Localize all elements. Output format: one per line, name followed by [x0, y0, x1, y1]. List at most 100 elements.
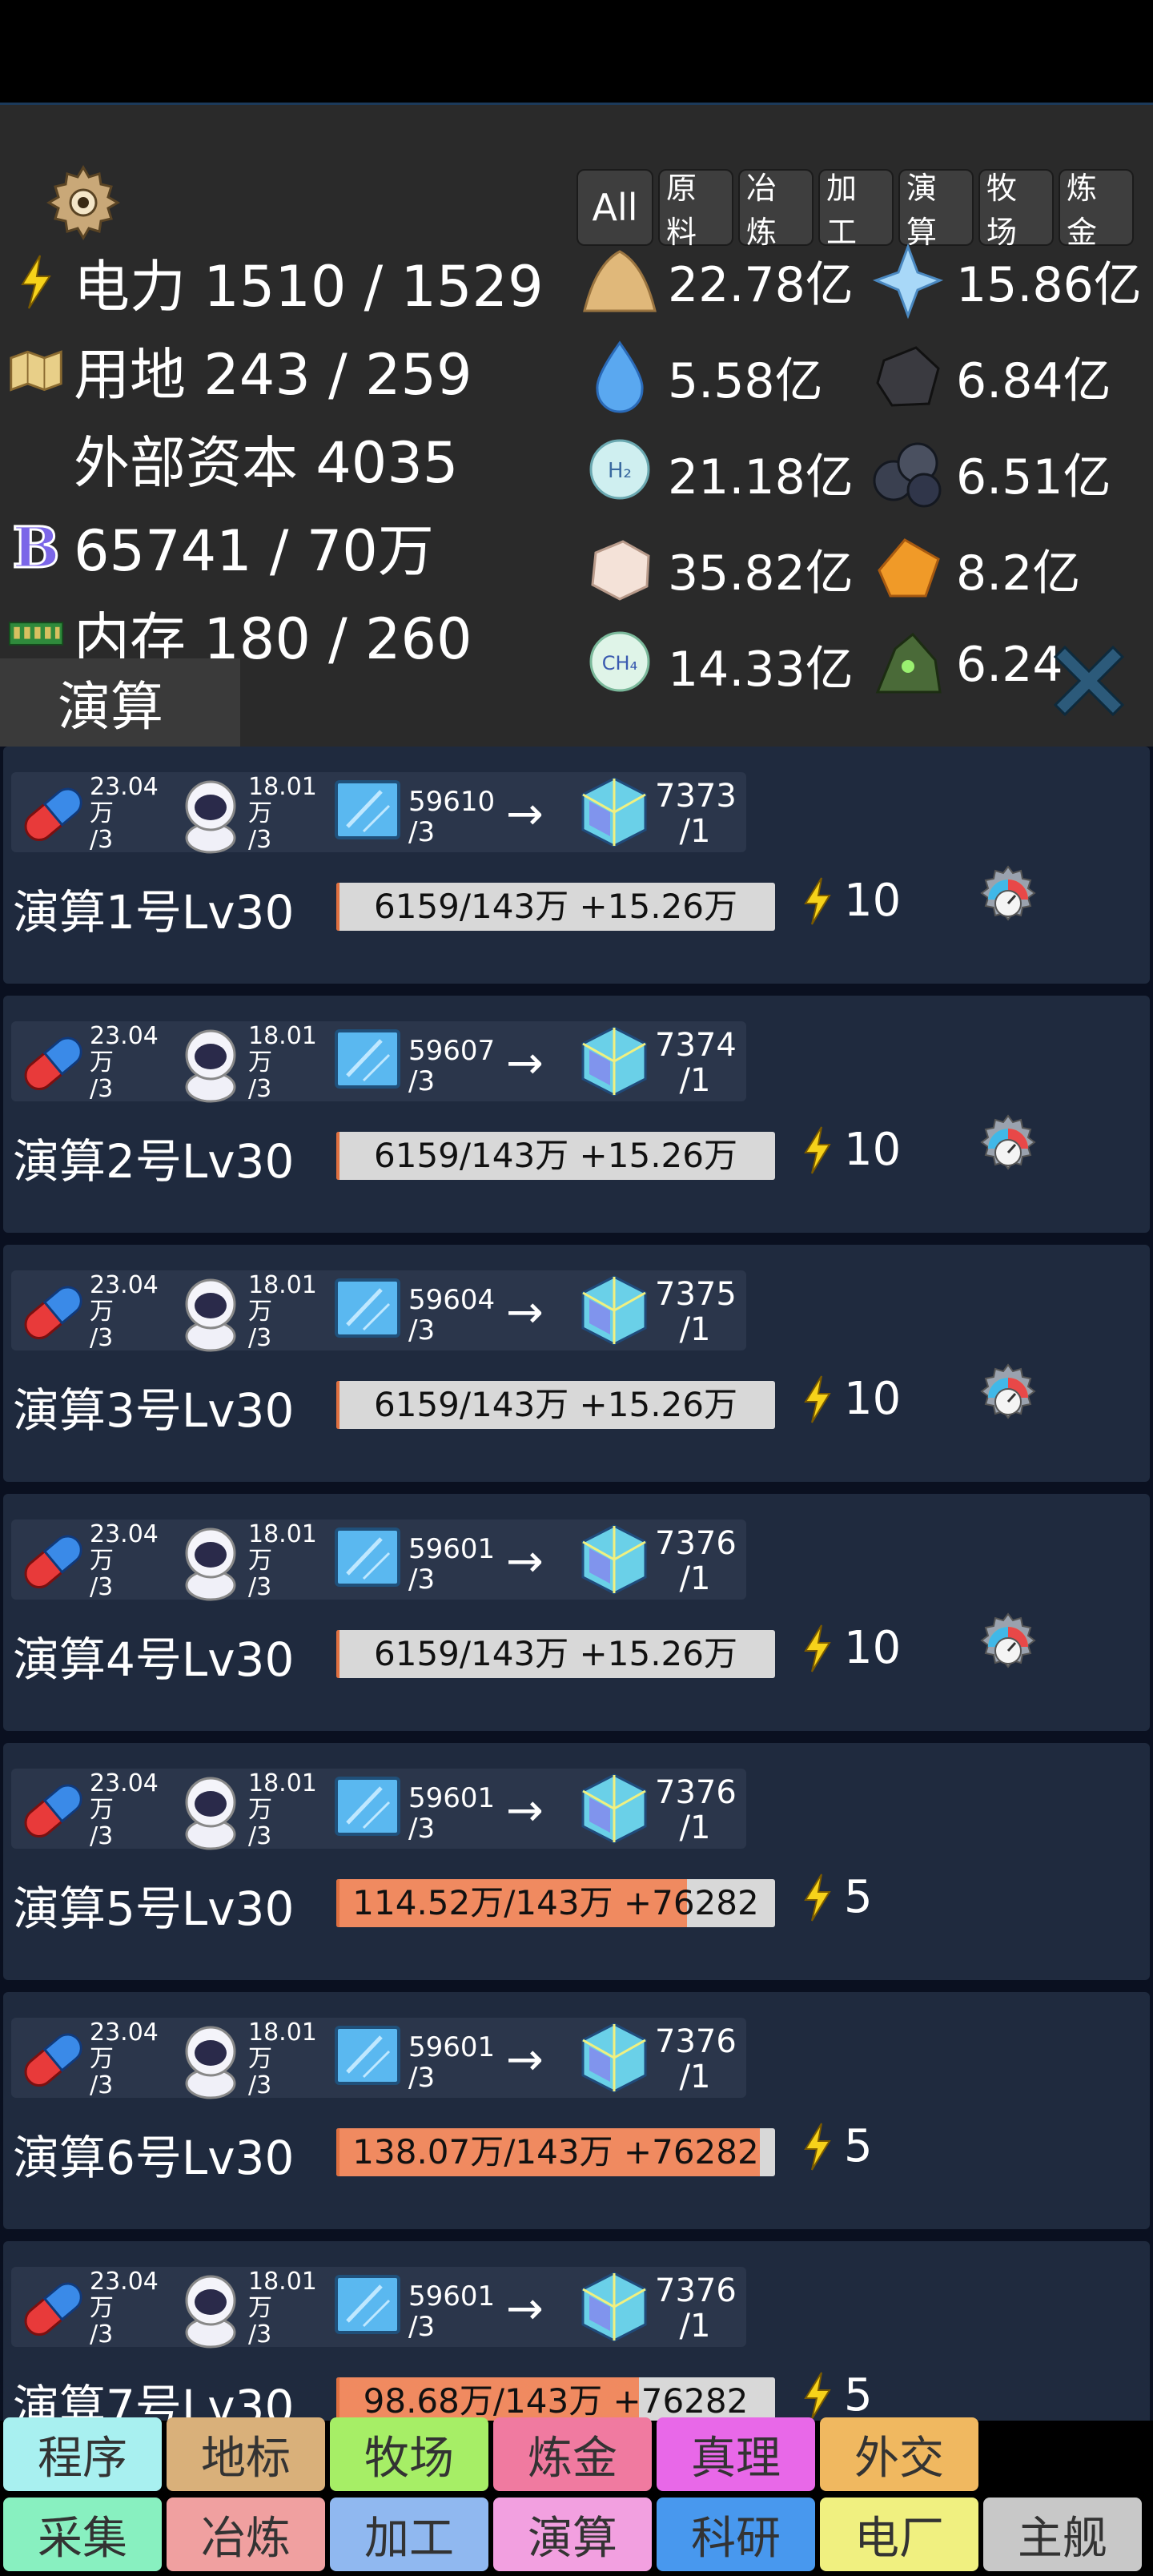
power-value: 10 [844, 875, 902, 927]
input-display-panel: 59607/3 [331, 1021, 508, 1101]
astronaut-icon [185, 780, 236, 854]
tab-compute[interactable]: 演算 [898, 169, 974, 250]
progress-bar: 98.68万/143万 +76282 [336, 2377, 775, 2421]
machine-card[interactable]: 23.04 万/3 18.01 万/3 59601/3 → 7376/1 演算5号L… [3, 1743, 1150, 1980]
resource-amount: 21.18亿 [668, 449, 854, 505]
nav-button-row2-3[interactable]: 演算 [493, 2498, 652, 2571]
input-amount: 18.01 万/3 [248, 2019, 317, 2099]
output-data-cube: 7375/1 [578, 1270, 746, 1350]
land-map-icon [8, 342, 64, 398]
machine-power: 10 [801, 1124, 901, 1176]
nav-button-row1-0[interactable]: 程序 [3, 2417, 162, 2491]
arrow-right-icon: → [506, 1037, 544, 1089]
speed-gauge-icon[interactable] [972, 863, 1044, 936]
input-display-panel: 59601/3 [331, 1519, 508, 1600]
resource-amount: 35.82亿 [668, 545, 854, 602]
display-panel-icon [335, 1029, 400, 1089]
nav-button-row2-4[interactable]: 科研 [657, 2498, 815, 2571]
settings-gear-icon[interactable] [43, 163, 123, 243]
data-cube-icon [581, 1026, 647, 1097]
machine-card[interactable]: 23.04 万/3 18.01 万/3 59601/3 → 7376/1 演算4号L… [3, 1494, 1150, 1731]
progress-text: 98.68万/143万 +76282 [363, 2381, 749, 2421]
astronaut-icon [185, 2026, 236, 2099]
input-amount: 18.01 万/3 [248, 1520, 317, 1601]
machine-card[interactable]: 23.04 万/3 18.01 万/3 59607/3 → 7374/1 演算2号L… [3, 996, 1150, 1233]
green-ore-icon [875, 632, 942, 694]
recipe-row: 23.04 万/3 18.01 万/3 59604/3 → 7375/1 [11, 1270, 746, 1352]
lightning-icon [804, 1125, 831, 1174]
machine-power: 10 [801, 1373, 901, 1425]
machine-power: 10 [801, 1622, 901, 1674]
category-nav-row-2: 采集 冶炼 加工 演算 科研 电厂 主舰 [0, 2498, 1153, 2574]
output-data-cube: 7374/1 [578, 1021, 746, 1101]
data-cube-icon [581, 1524, 647, 1595]
recipe-row: 23.04 万/3 18.01 万/3 59601/3 → 7376/1 [11, 2018, 746, 2099]
progress-text: 6159/143万 +15.26万 [374, 1385, 737, 1424]
output-data-cube: 7376/1 [578, 1519, 746, 1600]
input-amount: 23.04 万/3 [90, 1271, 159, 1352]
nav-button-row1-1[interactable]: 地标 [167, 2417, 325, 2491]
tab-all[interactable]: All [576, 169, 653, 246]
astronaut-icon [185, 1777, 236, 1850]
resource-amount: 5.58亿 [668, 352, 823, 409]
machine-card[interactable]: 23.04 万/3 18.01 万/3 59601/3 → 7376/1 演算6号L… [3, 1992, 1150, 2229]
data-cube-icon [581, 2023, 647, 2093]
resource-item: 6.24 [868, 621, 1063, 709]
lightning-icon [804, 1873, 831, 1922]
machine-name: 演算5号Lv30 [13, 1882, 295, 1936]
progress-bar: 138.07万/143万 +76282 [336, 2128, 775, 2176]
input-capsule: 23.04 万/3 [11, 2018, 163, 2099]
power-value: 10 [844, 1373, 902, 1425]
speed-gauge-icon[interactable] [972, 1113, 1044, 1185]
section-label: 演算 [0, 658, 240, 747]
data-cube-icon [581, 777, 647, 847]
nav-button-row2-2[interactable]: 加工 [330, 2498, 488, 2571]
power-value: 5 [844, 1871, 873, 1923]
close-icon[interactable] [1041, 633, 1137, 729]
recipe-row: 23.04 万/3 18.01 万/3 59601/3 → 7376/1 [11, 2267, 746, 2349]
nav-button-row2-6[interactable]: 主舰 [983, 2498, 1142, 2571]
input-capsule: 23.04 万/3 [11, 772, 163, 853]
input-capsule: 23.04 万/3 [11, 1021, 163, 1102]
nav-button-row1-3[interactable]: 炼金 [493, 2417, 652, 2491]
capsule-icon [24, 2033, 82, 2087]
machine-power: 5 [801, 2369, 873, 2421]
tab-raw[interactable]: 原料 [658, 169, 733, 250]
nav-button-row2-0[interactable]: 采集 [3, 2498, 162, 2571]
resource-item: 8.2亿 [868, 525, 1080, 613]
lightning-icon [804, 1624, 831, 1672]
progress-text: 6159/143万 +15.26万 [374, 1634, 737, 1673]
resource-amount: 6.84亿 [956, 352, 1111, 409]
arrow-right-icon: → [506, 1536, 544, 1588]
machine-card[interactable]: 23.04 万/3 18.01 万/3 59610/3 → 7373/1 演算1号L… [3, 747, 1150, 984]
data-cube-icon [581, 2272, 647, 2342]
input-astronaut: 18.01 万/3 [171, 1769, 323, 1850]
nav-button-row2-5[interactable]: 电厂 [820, 2498, 978, 2571]
nav-button-row2-1[interactable]: 冶炼 [167, 2498, 325, 2571]
progress-text: 114.52万/143万 +76282 [352, 1883, 759, 1922]
tab-alchemy[interactable]: 炼金 [1059, 169, 1134, 250]
speed-gauge-icon[interactable] [972, 1611, 1044, 1683]
machine-card[interactable]: 23.04 万/3 18.01 万/3 59604/3 → 7375/1 演算3号L… [3, 1245, 1150, 1482]
nav-button-row1-4[interactable]: 真理 [657, 2417, 815, 2491]
nav-button-row1-5[interactable]: 外交 [820, 2417, 978, 2491]
resource-item: H₂ 21.18亿 [580, 429, 854, 517]
input-amount: 18.01 万/3 [248, 2268, 317, 2349]
input-amount: 23.04 万/3 [90, 2268, 159, 2349]
machine-list[interactable]: 23.04 万/3 18.01 万/3 59610/3 → 7373/1 演算1号L… [0, 747, 1153, 2421]
tab-processing[interactable]: 加工 [818, 169, 894, 250]
crystal-cluster-icon [872, 243, 944, 320]
category-nav-row-1: 程序 地标 牧场 炼金 真理 外交 [0, 2417, 1153, 2494]
tab-ranch[interactable]: 牧场 [978, 169, 1054, 250]
input-amount: 23.04 万/3 [90, 2019, 159, 2099]
input-display-panel: 59601/3 [331, 2267, 508, 2347]
speed-gauge-icon[interactable] [972, 1362, 1044, 1434]
display-panel-icon [335, 2275, 400, 2334]
machine-card[interactable]: 23.04 万/3 18.01 万/3 59601/3 → 7376/1 演算7号L… [3, 2241, 1150, 2421]
capsule-icon [24, 1535, 82, 1589]
resource-panel: 电力 1510 / 1529 用地 243 / 259 外部资本 4035 B … [0, 103, 1153, 749]
input-display-panel: 59601/3 [331, 2018, 508, 2098]
arrow-right-icon: → [506, 2034, 544, 2086]
nav-button-row1-2[interactable]: 牧场 [330, 2417, 488, 2491]
tab-smelting[interactable]: 冶炼 [738, 169, 814, 250]
